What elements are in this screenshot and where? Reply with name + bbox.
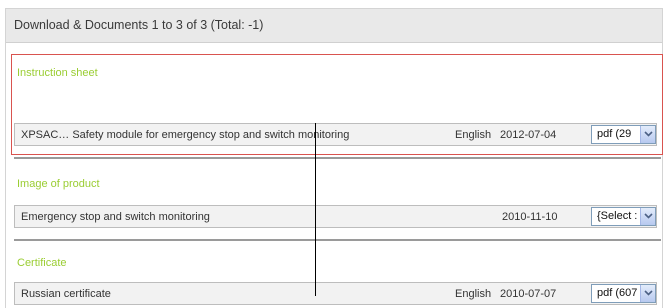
document-name[interactable]: Emergency stop and switch monitoring bbox=[21, 211, 210, 223]
dropdown-button[interactable] bbox=[640, 285, 655, 302]
document-date: 2010-11-10 bbox=[502, 211, 558, 223]
file-format-select[interactable]: pdf (607 bbox=[591, 284, 656, 303]
pointer-line bbox=[315, 123, 316, 296]
document-name[interactable]: XPSAC… Safety module for emergency stop … bbox=[21, 129, 349, 141]
select-value: pdf (29 bbox=[597, 128, 632, 140]
select-value: {Select : bbox=[597, 210, 638, 222]
dropdown-button[interactable] bbox=[640, 126, 655, 143]
document-language: English bbox=[455, 288, 492, 300]
document-language: English bbox=[455, 129, 492, 141]
select-value: pdf (607 bbox=[597, 287, 638, 299]
chevron-down-icon bbox=[644, 213, 653, 219]
section-divider bbox=[14, 157, 661, 159]
section-title-instruction-sheet: Instruction sheet bbox=[17, 67, 98, 79]
file-format-select[interactable]: {Select : bbox=[591, 207, 656, 226]
document-date: 2012-07-04 bbox=[500, 129, 557, 141]
dropdown-button[interactable] bbox=[640, 208, 655, 225]
panel-header: Download & Documents 1 to 3 of 3 (Total:… bbox=[6, 9, 662, 43]
section-divider bbox=[14, 239, 661, 241]
document-row-instruction-sheet: XPSAC… Safety module for emergency stop … bbox=[14, 123, 657, 146]
document-date: 2010-07-07 bbox=[500, 288, 557, 300]
chevron-down-icon bbox=[644, 131, 653, 137]
section-title-certificate: Certificate bbox=[17, 257, 67, 269]
chevron-down-icon bbox=[644, 290, 653, 296]
section-title-image-of-product: Image of product bbox=[17, 178, 100, 190]
document-row-image-of-product: Emergency stop and switch monitoring 201… bbox=[14, 205, 657, 228]
document-name[interactable]: Russian certificate bbox=[21, 288, 111, 300]
file-format-select[interactable]: pdf (29 bbox=[591, 125, 656, 144]
document-row-certificate: Russian certificate English 2010-07-07 p… bbox=[14, 282, 657, 305]
